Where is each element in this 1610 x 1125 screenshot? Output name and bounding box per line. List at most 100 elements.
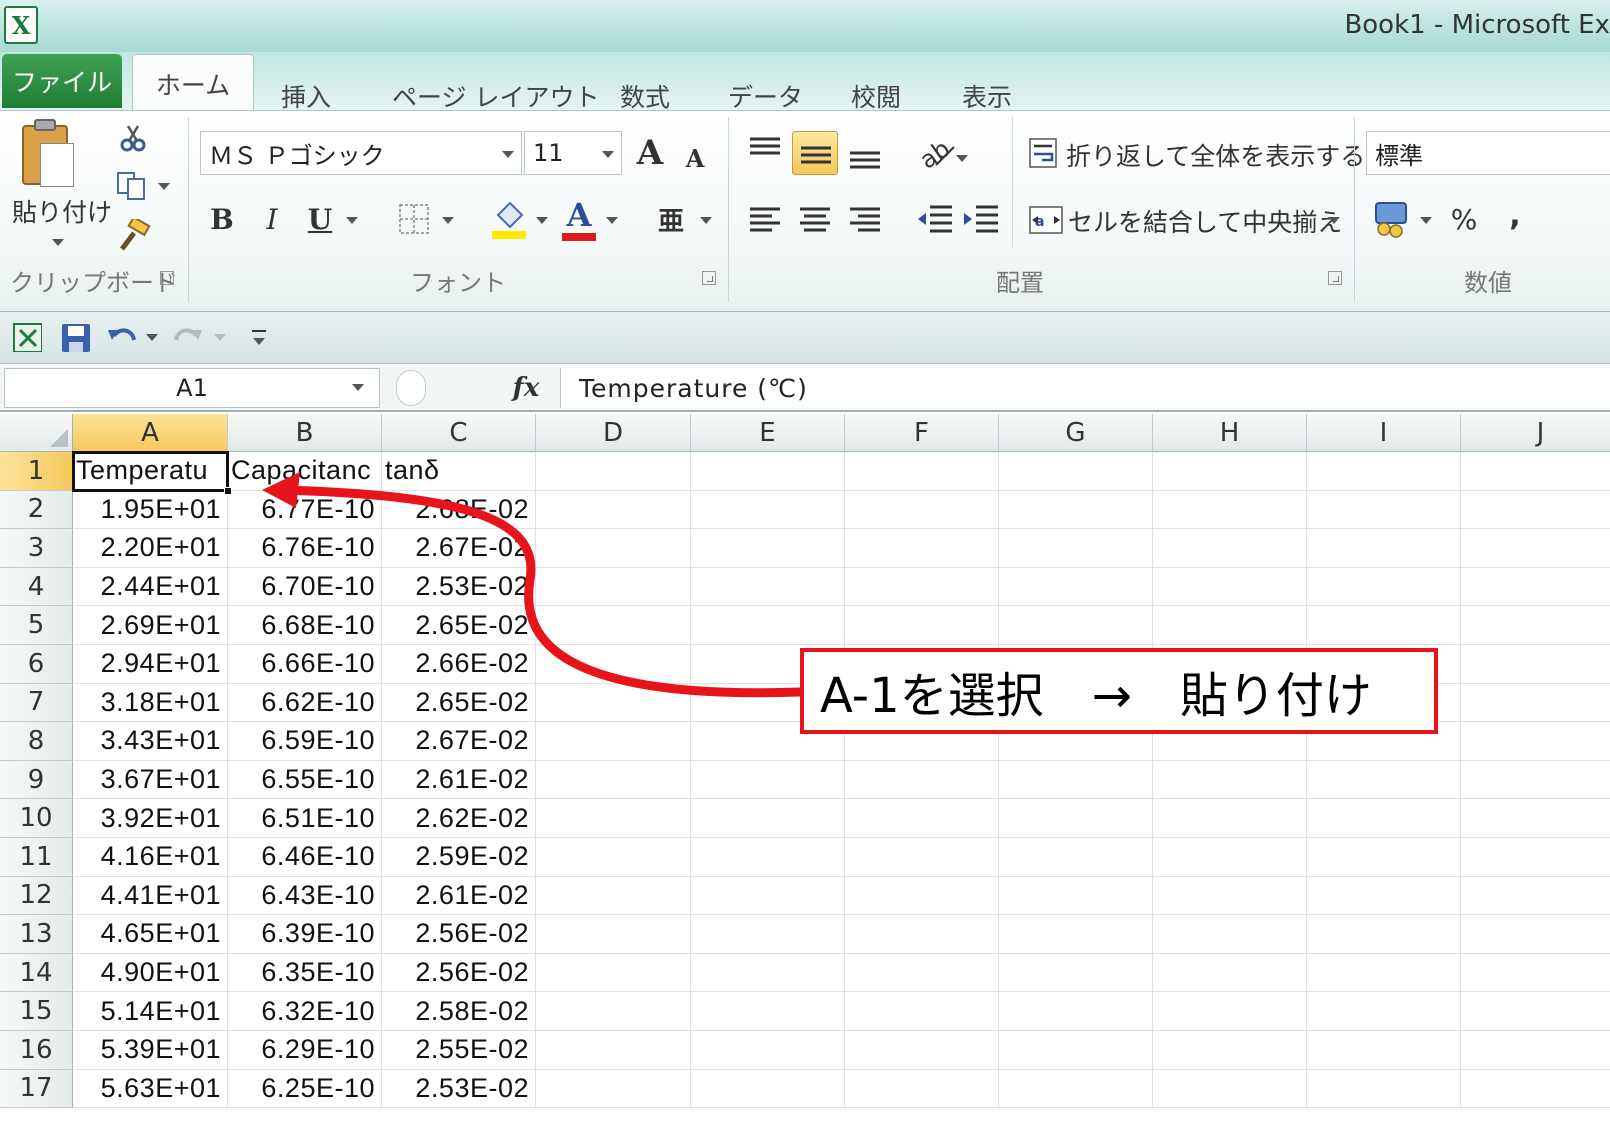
underline-dropdown-arrow[interactable]	[346, 217, 358, 224]
save-icon[interactable]	[60, 322, 90, 352]
tab-review[interactable]: 校閲	[851, 78, 901, 114]
cell-b11[interactable]: 6.46E-10	[228, 838, 382, 877]
cell-j10[interactable]	[1461, 799, 1610, 838]
cell-f1[interactable]	[845, 452, 999, 491]
cell-a10[interactable]: 3.92E+01	[73, 799, 228, 838]
comma-style-button[interactable]: ,	[1500, 195, 1530, 235]
cell-e3[interactable]	[691, 529, 845, 568]
orientation-dropdown-arrow[interactable]	[956, 155, 968, 162]
cell-h2[interactable]	[1153, 490, 1307, 530]
cell-j1[interactable]	[1461, 452, 1610, 491]
row-header-13[interactable]: 13	[0, 915, 73, 954]
cell-c13[interactable]: 2.56E-02	[382, 915, 536, 954]
cell-a15[interactable]: 5.14E+01	[73, 992, 228, 1031]
undo-icon[interactable]	[106, 322, 136, 352]
cell-c14[interactable]: 2.56E-02	[382, 953, 536, 993]
cell-f13[interactable]	[845, 915, 999, 954]
wrap-text-icon[interactable]	[1028, 137, 1062, 171]
insert-function-icon[interactable]: fx	[506, 368, 546, 408]
decrease-indent-icon[interactable]	[916, 201, 954, 239]
row-header-1[interactable]: 1	[0, 452, 73, 491]
number-format-combobox[interactable]: 標準	[1366, 131, 1610, 175]
cell-f12[interactable]	[845, 876, 999, 916]
align-bottom-icon[interactable]	[848, 139, 882, 173]
cell-e14[interactable]	[691, 953, 845, 993]
paste-dropdown-arrow[interactable]	[52, 239, 64, 246]
excel-small-icon[interactable]	[12, 322, 42, 352]
fill-color-dropdown-arrow[interactable]	[536, 217, 548, 224]
cell-c12[interactable]: 2.61E-02	[382, 876, 536, 916]
cell-f10[interactable]	[845, 799, 999, 838]
cell-d2[interactable]	[536, 490, 691, 530]
font-size-dropdown-arrow[interactable]	[602, 151, 614, 158]
row-header-4[interactable]: 4	[0, 567, 73, 607]
cell-d1[interactable]	[536, 452, 691, 491]
cell-b16[interactable]: 6.29E-10	[228, 1031, 382, 1070]
cell-d15[interactable]	[536, 992, 691, 1031]
cell-h1[interactable]	[1153, 452, 1307, 491]
cell-j9[interactable]	[1461, 761, 1610, 800]
align-left-icon[interactable]	[748, 203, 782, 237]
cell-j3[interactable]	[1461, 529, 1610, 568]
cell-g15[interactable]	[999, 992, 1153, 1031]
paste-icon[interactable]	[16, 119, 76, 193]
cell-i13[interactable]	[1307, 915, 1461, 954]
underline-button[interactable]: U	[304, 199, 336, 239]
fill-color-icon[interactable]	[490, 197, 530, 241]
cell-g13[interactable]	[999, 915, 1153, 954]
cell-d5[interactable]	[536, 606, 691, 645]
select-all-corner[interactable]	[0, 414, 73, 452]
cell-f15[interactable]	[845, 992, 999, 1031]
column-header-i[interactable]: I	[1307, 414, 1461, 452]
cell-d9[interactable]	[536, 760, 691, 800]
cell-d4[interactable]	[536, 567, 691, 607]
cell-e16[interactable]	[691, 1031, 845, 1070]
column-header-b[interactable]: B	[228, 414, 382, 452]
tab-insert[interactable]: 挿入	[281, 78, 331, 114]
cut-icon[interactable]	[118, 123, 148, 153]
cell-b9[interactable]: 6.55E-10	[228, 760, 382, 800]
cell-h11[interactable]	[1153, 838, 1307, 877]
cell-i10[interactable]	[1307, 799, 1461, 838]
redo-dropdown-arrow[interactable]	[214, 334, 226, 341]
cell-d8[interactable]	[536, 722, 691, 761]
cell-b5[interactable]: 6.68E-10	[228, 606, 382, 645]
align-right-icon[interactable]	[848, 203, 882, 237]
cell-e12[interactable]	[691, 876, 845, 916]
column-header-f[interactable]: F	[845, 414, 999, 452]
currency-format-icon[interactable]	[1372, 199, 1412, 239]
worksheet-grid[interactable]: ABCDEFGHIJ 1 Temperatu Capacitanc tanδ 2 1.95…	[0, 414, 1610, 1125]
cell-g1[interactable]	[999, 452, 1153, 491]
merge-center-button[interactable]: セルを結合して中央揃え	[1068, 203, 1342, 239]
cell-e10[interactable]	[691, 799, 845, 838]
cell-e15[interactable]	[691, 992, 845, 1031]
cell-i1[interactable]	[1307, 452, 1461, 491]
cell-e13[interactable]	[691, 915, 845, 954]
fill-handle[interactable]	[224, 486, 232, 495]
cell-a12[interactable]: 4.41E+01	[73, 876, 228, 916]
cell-g17[interactable]	[999, 1069, 1153, 1109]
bold-button[interactable]: B	[206, 199, 238, 239]
cell-j6[interactable]	[1461, 645, 1610, 684]
currency-dropdown-arrow[interactable]	[1420, 217, 1432, 224]
tab-page-layout[interactable]: ページ レイアウト	[392, 78, 599, 114]
cell-c6[interactable]: 2.66E-02	[382, 645, 536, 684]
cell-d6[interactable]	[536, 645, 691, 684]
cell-i3[interactable]	[1307, 529, 1461, 568]
cell-a8[interactable]: 3.43E+01	[73, 722, 228, 761]
formula-input[interactable]: Temperature (℃)	[560, 368, 1610, 408]
name-box-dropdown-arrow[interactable]	[352, 384, 364, 391]
borders-icon[interactable]	[398, 203, 432, 237]
cell-e4[interactable]	[691, 567, 845, 607]
cell-d3[interactable]	[536, 529, 691, 568]
cell-c3[interactable]: 2.67E-02	[382, 529, 536, 568]
cell-j13[interactable]	[1461, 915, 1610, 954]
cell-c15[interactable]: 2.58E-02	[382, 992, 536, 1031]
cell-j5[interactable]	[1461, 606, 1610, 645]
clipboard-dialog-launcher-icon[interactable]	[160, 271, 174, 285]
cell-a7[interactable]: 3.18E+01	[73, 683, 228, 723]
cell-a5[interactable]: 2.69E+01	[73, 606, 228, 645]
cell-g5[interactable]	[999, 606, 1153, 645]
cell-c7[interactable]: 2.65E-02	[382, 683, 536, 723]
cell-a2[interactable]: 1.95E+01	[73, 490, 228, 530]
